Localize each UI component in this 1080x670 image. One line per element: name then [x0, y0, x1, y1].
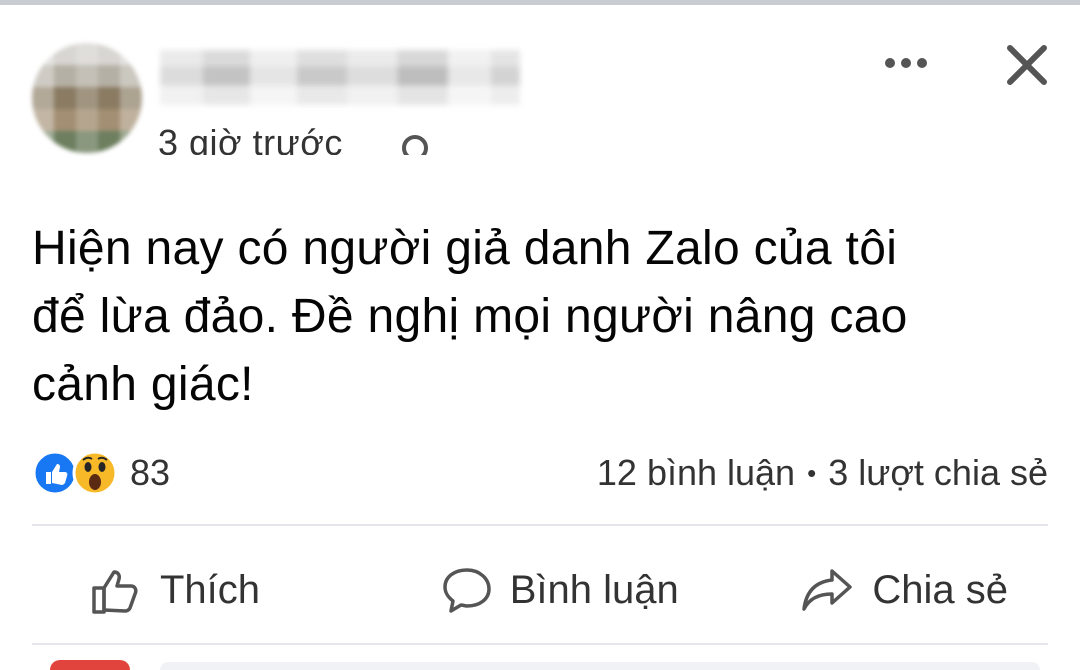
- author-name-redacted[interactable]: [160, 50, 520, 105]
- share-button[interactable]: Chia sẻ: [800, 550, 1008, 630]
- comments-count-link[interactable]: 12 bình luận: [597, 452, 795, 494]
- more-options-button[interactable]: [874, 43, 938, 83]
- next-avatar-partial: [50, 660, 130, 670]
- reactions-summary[interactable]: 83: [32, 445, 170, 501]
- post-timestamp[interactable]: 3 giờ trước: [158, 123, 343, 155]
- divider: [32, 524, 1048, 526]
- next-comment-box-partial: [160, 662, 1040, 670]
- divider: [32, 643, 1048, 645]
- author-avatar[interactable]: [32, 43, 142, 153]
- post-text-line: Hiện nay có người giả danh Zalo của tôi: [32, 222, 898, 275]
- thumbs-up-icon: [92, 570, 138, 614]
- post-actions: Thích Bình luận Chia sẻ: [32, 535, 1048, 645]
- share-label: Chia sẻ: [872, 567, 1008, 612]
- stats-separator: •: [807, 457, 817, 488]
- reaction-count: 83: [130, 452, 171, 493]
- post-text-line: cảnh giác!: [32, 358, 254, 411]
- like-button[interactable]: Thích: [90, 550, 260, 630]
- share-icon: [802, 569, 853, 611]
- post-stats: 12 bình luận • 3 lượt chia sẻ: [597, 445, 1048, 501]
- wow-icon: [72, 450, 118, 496]
- globe-icon: [400, 133, 430, 155]
- post-card: 3 giờ trước Hiện nay có người giả danh Z…: [0, 5, 1080, 670]
- comment-icon: [442, 568, 491, 613]
- post-body-text: Hiện nay có người giả danh Zalo của tôi …: [32, 215, 1042, 419]
- close-button[interactable]: [998, 39, 1056, 91]
- shares-count-link[interactable]: 3 lượt chia sẻ: [828, 452, 1048, 494]
- comment-button[interactable]: Bình luận: [442, 550, 679, 630]
- like-label: Thích: [160, 567, 261, 612]
- post-text-line: để lừa đảo. Đề nghị mọi người nâng cao: [32, 290, 908, 343]
- more-icon: [885, 58, 927, 68]
- comment-label: Bình luận: [509, 567, 679, 612]
- close-icon: [1007, 45, 1047, 85]
